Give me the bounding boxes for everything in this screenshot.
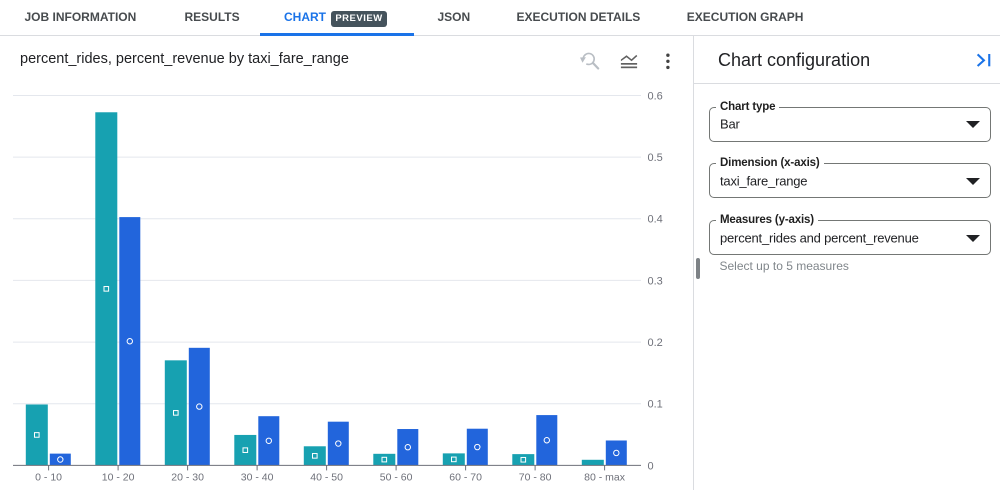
svg-text:40 - 50: 40 - 50	[310, 472, 343, 484]
svg-text:30 - 40: 30 - 40	[241, 472, 274, 484]
svg-text:70 - 80: 70 - 80	[519, 472, 552, 484]
svg-text:20 - 30: 20 - 30	[171, 472, 204, 484]
svg-text:0.5: 0.5	[648, 152, 663, 164]
svg-text:0.1: 0.1	[648, 399, 663, 411]
svg-text:0 - 10: 0 - 10	[35, 472, 62, 484]
svg-text:0.3: 0.3	[648, 275, 663, 287]
svg-text:0.4: 0.4	[648, 214, 663, 226]
svg-text:80 - max: 80 - max	[584, 472, 626, 484]
svg-text:10 - 20: 10 - 20	[102, 472, 135, 484]
svg-text:0.2: 0.2	[648, 337, 663, 349]
svg-text:0: 0	[648, 460, 654, 472]
svg-text:0.6: 0.6	[648, 90, 663, 102]
svg-text:60 - 70: 60 - 70	[449, 472, 482, 484]
svg-text:50 - 60: 50 - 60	[380, 472, 413, 484]
